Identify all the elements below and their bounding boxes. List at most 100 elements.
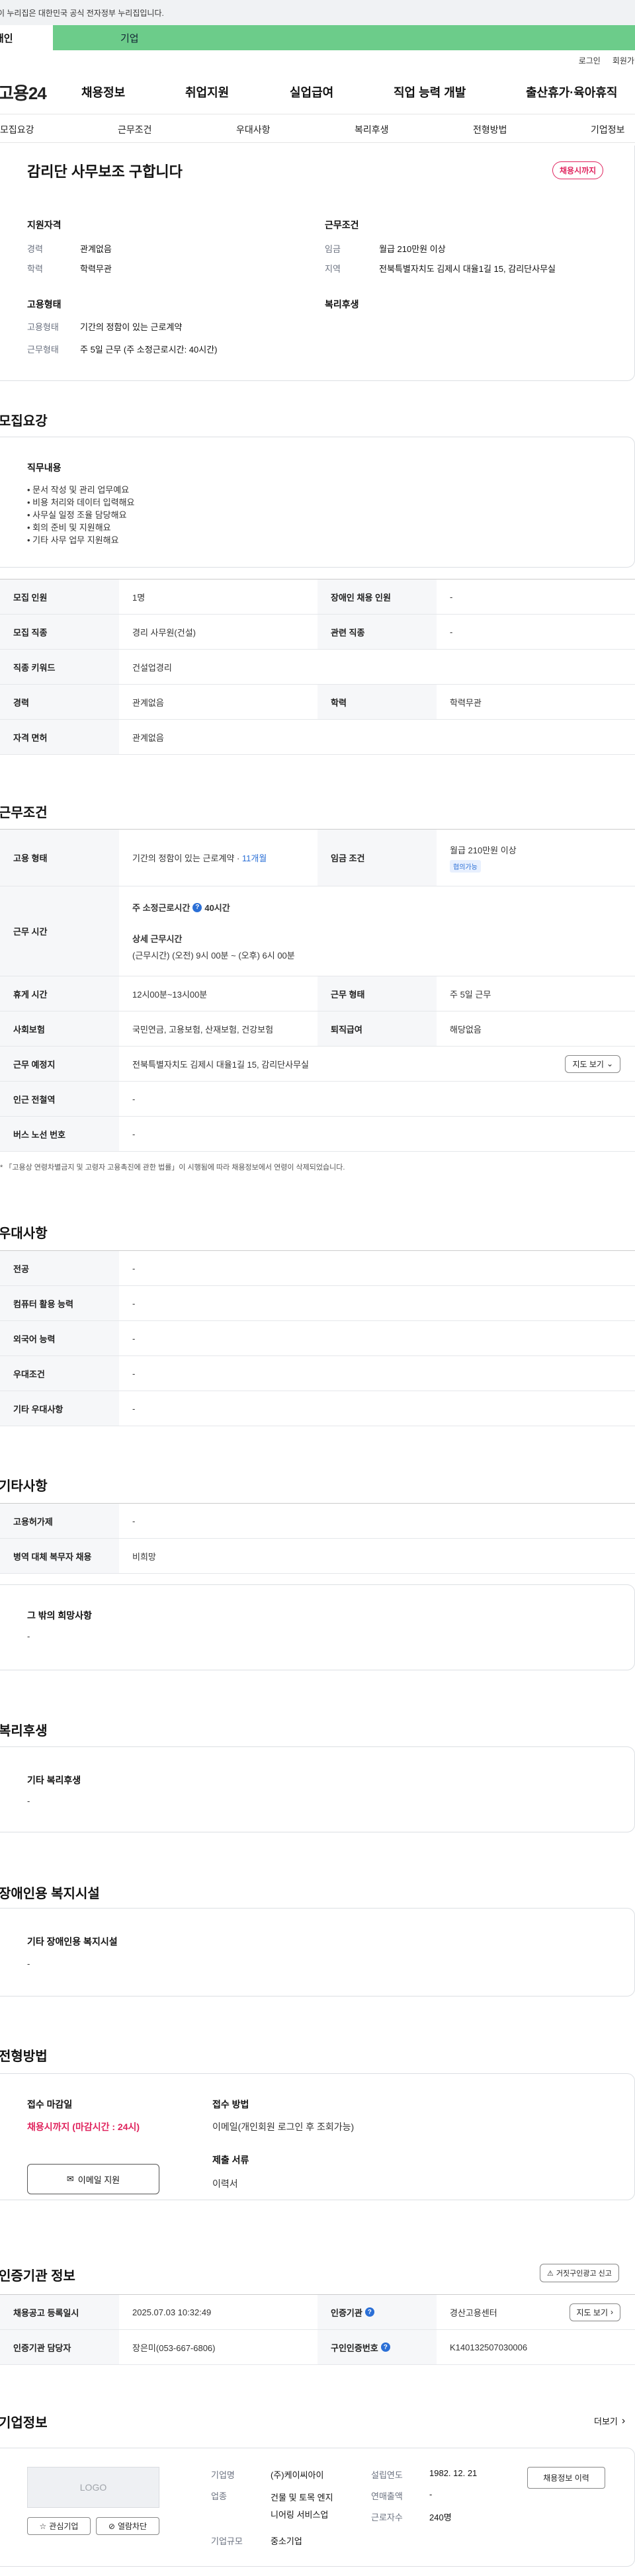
sales-label: 연매출액 xyxy=(371,2491,403,2501)
menu-employment-support[interactable]: 취업지원 xyxy=(185,83,229,101)
permit-label: 고용허가제 xyxy=(0,1504,119,1538)
table-row: 근무 시간 주 소정근로시간 ? 40시간 상세 근무시간 (근무시간) (오전… xyxy=(0,886,635,976)
table-row: 자격 면허 관계없음 xyxy=(0,720,635,755)
tab-recruit[interactable]: 모집요강 xyxy=(0,123,34,136)
recruit-section-title: 모집요강 xyxy=(0,414,48,429)
menu-unemployment-benefit[interactable]: 실업급여 xyxy=(290,83,333,101)
tab-welfare[interactable]: 복리후생 xyxy=(355,123,389,136)
tab-company[interactable]: 기업 xyxy=(53,25,635,50)
reqno-label: 구인인증번호 xyxy=(331,2342,378,2353)
company-card: LOGO ☆ 관심기업 ⊘ 열람차단 기업명 (주)케이씨아이 업종 건물 및 토목… xyxy=(0,2448,635,2567)
duty-item: • 기타 사무 업무 지원해요 xyxy=(27,535,119,545)
tab-process[interactable]: 전형방법 xyxy=(473,123,507,136)
org-label-cell: 인증기관? xyxy=(318,2295,437,2329)
site-logo[interactable]: 고용24 xyxy=(0,80,81,105)
favorite-company-button[interactable]: ☆ 관심기업 xyxy=(27,2517,91,2535)
std-hours-value: 40시간 xyxy=(204,903,230,913)
table-row: 모집 직종 경리 사무원(건설) 관련 직종 - xyxy=(0,615,635,650)
related-value: - xyxy=(450,626,453,637)
emp-months: 11개월 xyxy=(241,853,267,863)
table-row: 외국어 능력 - xyxy=(0,1321,635,1356)
form-value: 주 5일 근무 xyxy=(450,989,491,1000)
detail-hours-label: 상세 근무시간 xyxy=(132,934,183,944)
company-section-title: 기업정보 xyxy=(0,2416,48,2430)
main-menu: 채용정보 취업지원 실업급여 직업 능력 개발 출산휴가·육아휴직 xyxy=(81,82,635,102)
agency-map-button[interactable]: 지도 보기 › xyxy=(569,2303,620,2321)
signup-link[interactable]: 회원가입 xyxy=(613,55,635,66)
break-label: 휴게 시간 xyxy=(0,976,119,1011)
wage-label: 임금 xyxy=(325,244,341,254)
recruit-history-button[interactable]: 채용정보 이력 xyxy=(527,2467,605,2489)
table-row: 사회보험 국민연금, 고용보험, 산재보험, 건강보험 퇴직급여 해당없음 xyxy=(0,1011,635,1047)
etc-table: 고용허가제 - 병역 대체 복무자 채용 비희망 xyxy=(0,1503,635,1574)
agency-map-label: 지도 보기 xyxy=(576,2307,609,2317)
menu-parental-leave[interactable]: 출산휴가·육아휴직 xyxy=(526,83,617,101)
member-type-tabs: 개인 기업 xyxy=(0,25,635,50)
req-title: 지원자격 xyxy=(27,220,62,230)
table-row: 경력 관계없음 학력 학력무관 xyxy=(0,685,635,720)
duty-item: • 회의 준비 및 지원해요 xyxy=(27,523,111,533)
email-apply-label: 이메일 지원 xyxy=(77,2174,120,2185)
tab-conditions[interactable]: 근무조건 xyxy=(118,123,152,136)
emp-value-cell: 기간의 정함이 있는 근로계약 · 11개월 xyxy=(119,830,318,886)
menu-vocational-training[interactable]: 직업 능력 개발 xyxy=(394,83,466,101)
table-row: 채용공고 등록일시 2025.07.03 10:32:49 인증기관? 경산고용… xyxy=(0,2295,635,2330)
tab-preference[interactable]: 우대사항 xyxy=(236,123,271,136)
edu-label: 학력 xyxy=(27,264,43,274)
founded-label: 설립연도 xyxy=(371,2470,403,2480)
pref-label: 컴퓨터 활용 능력 xyxy=(0,1286,119,1320)
emp-type-label: 고용형태 xyxy=(27,322,59,332)
info-icon[interactable]: ? xyxy=(192,902,202,912)
info-icon[interactable]: ? xyxy=(364,2307,374,2317)
industry-value: 건물 및 토목 엔지 니어링 서비스업 xyxy=(271,2489,333,2524)
pref-value: - xyxy=(132,1298,136,1309)
menu-jobs[interactable]: 채용정보 xyxy=(81,83,125,101)
disability-card-value: - xyxy=(27,1959,30,1969)
org-cell: 경산고용센터 지도 보기 › xyxy=(437,2295,635,2329)
emp-type-value: 기간의 정함이 있는 근로계약 xyxy=(80,322,183,332)
pref-label: 외국어 능력 xyxy=(0,1321,119,1355)
disability-card-title: 기타 장애인용 복지시설 xyxy=(27,1936,118,1947)
wish-title: 그 밖의 희망사항 xyxy=(27,1610,92,1621)
manager-value: 장은미(053-667-6806) xyxy=(132,2342,216,2353)
report-button[interactable]: ⚠ 거짓구인광고 신고 xyxy=(540,2264,619,2282)
insurance-value: 국민연금, 고용보험, 산재보험, 건강보험 xyxy=(132,1024,274,1035)
method-value: 이메일(개인회원 로그인 후 조회가능) xyxy=(212,2122,355,2132)
region-value: 전북특별자치도 김제시 대율1길 15, 감리단사무실 xyxy=(379,264,556,274)
mail-icon: ✉ xyxy=(66,2174,74,2184)
severance-label: 퇴직급여 xyxy=(318,1011,437,1046)
work-form-value: 주 5일 근무 (주 소정근로시간: 40시간) xyxy=(80,345,218,355)
more-link[interactable]: 더보기 › xyxy=(594,2415,625,2427)
site-header: 고용24 채용정보 취업지원 실업급여 직업 능력 개발 출산휴가·육아휴직 xyxy=(0,70,635,114)
license-label: 자격 면허 xyxy=(0,720,119,754)
table-row: 인근 전철역 - xyxy=(0,1082,635,1117)
wish-value: - xyxy=(27,1631,30,1641)
cond-title: 근무조건 xyxy=(325,220,359,230)
disability-section-title: 장애인용 복지시설 xyxy=(0,1887,100,1901)
deadline-label: 접수 마감일 xyxy=(27,2099,73,2110)
severance-value: 해당없음 xyxy=(450,1024,482,1035)
wage-cond-cell: 월급 210만원 이상 협의가능 xyxy=(437,830,517,886)
pref-label: 기타 우대사항 xyxy=(0,1391,119,1426)
subway-label: 인근 전철역 xyxy=(0,1082,119,1116)
emp-label: 고용 형태 xyxy=(0,830,119,886)
pref-label: 우대조건 xyxy=(0,1356,119,1391)
login-link[interactable]: 로그인 xyxy=(579,55,601,66)
utility-links: 로그인 회원가입 xyxy=(0,50,635,70)
reqno-value: K140132507030006 xyxy=(450,2342,528,2352)
report-button-label: 거짓구인광고 신고 xyxy=(556,2270,612,2278)
time-cell: 주 소정근로시간 ? 40시간 상세 근무시간 (근무시간) (오전) 9시 0… xyxy=(119,886,295,976)
tab-personal[interactable]: 개인 xyxy=(0,25,53,50)
company-name-label: 기업명 xyxy=(211,2470,235,2480)
siren-icon: ⚠ xyxy=(547,2269,554,2278)
map-button[interactable]: 지도 보기 ⌄ xyxy=(565,1054,620,1073)
block-company-button[interactable]: ⊘ 열람차단 xyxy=(96,2517,159,2535)
job-label: 모집 직종 xyxy=(0,615,119,649)
wish-card: 그 밖의 희망사항 - xyxy=(0,1584,635,1670)
reg-date-label: 채용공고 등록일시 xyxy=(0,2295,119,2329)
org-value: 경산고용센터 xyxy=(450,2307,497,2318)
tab-company[interactable]: 기업정보 xyxy=(591,123,625,136)
info-icon[interactable]: ? xyxy=(380,2342,390,2352)
disability-card: 기타 장애인용 복지시설 - xyxy=(0,1908,635,1996)
email-apply-button[interactable]: ✉ 이메일 지원 xyxy=(27,2164,159,2194)
